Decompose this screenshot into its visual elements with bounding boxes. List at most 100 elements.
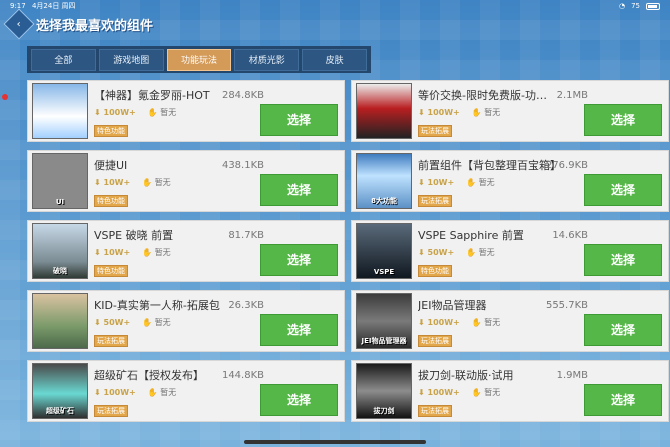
download-arrow-icon: ⬇ xyxy=(94,248,101,257)
tab-game-maps[interactable]: 游戏地图 xyxy=(98,48,164,71)
tab-all[interactable]: 全部 xyxy=(31,48,96,71)
back-arrow-icon: ‹ xyxy=(17,18,21,30)
rating-value: 暂无 xyxy=(160,388,177,397)
select-button[interactable]: 选择 xyxy=(260,384,338,416)
download-count-value: 50W+ xyxy=(103,318,131,327)
thumbnail-label: UI xyxy=(55,198,65,206)
addon-card[interactable]: VSPE VSPE Sapphire 前置 ⬇ 50W+ ✋ 暂无 特色功能 1… xyxy=(351,220,669,282)
thumbnail-label: 超级矿石 xyxy=(46,407,74,415)
addon-card[interactable]: JEI物品管理器 JEI物品管理器 ⬇ 100W+ ✋ 暂无 玩法拓展 555.… xyxy=(351,290,669,352)
addon-name: 拔刀剑-联动版·试用 xyxy=(418,369,514,382)
thumbs-up-icon: ✋ xyxy=(142,248,153,257)
file-size: 81.7KB xyxy=(228,230,264,241)
addon-thumbnail: 拔刀剑 xyxy=(356,363,412,419)
addon-card[interactable]: 等价交换-限时免费版-功… ⬇ 100W+ ✋ 暂无 玩法拓展 2.1MB 选择 xyxy=(351,80,669,142)
select-button[interactable]: 选择 xyxy=(260,174,338,206)
addon-card[interactable]: 8大功能 前置组件【背包整理百宝箱】 ⬇ 10W+ ✋ 暂无 玩法拓展 276.… xyxy=(351,150,669,212)
category-tag: 玩法拓展 xyxy=(94,335,128,347)
header: ‹ 选择我最喜欢的组件 xyxy=(3,8,308,40)
status-date: 4月24日 周四 xyxy=(31,2,76,10)
download-count: ⬇ 100W+ xyxy=(418,388,460,397)
download-count: ⬇ 100W+ xyxy=(418,108,460,117)
addon-thumbnail xyxy=(32,293,88,349)
download-count: ⬇ 10W+ xyxy=(94,248,130,257)
addon-thumbnail: 超级矿石 xyxy=(32,363,88,419)
addon-card[interactable]: KID-真实第一人称-拓展包 ⬇ 50W+ ✋ 暂无 玩法拓展 26.3KB 选… xyxy=(27,290,345,352)
tab-skins[interactable]: 皮肤 xyxy=(302,48,367,71)
addon-card[interactable]: 拔刀剑 拔刀剑-联动版·试用 ⬇ 100W+ ✋ 暂无 玩法拓展 1.9MB 选… xyxy=(351,360,669,422)
notification-dot-icon xyxy=(2,94,8,100)
thumbs-up-icon: ✋ xyxy=(471,388,482,397)
download-arrow-icon: ⬇ xyxy=(418,388,425,397)
rating-value: 暂无 xyxy=(484,108,501,117)
rating: ✋ 暂无 xyxy=(472,387,501,398)
file-size: 2.1MB xyxy=(556,90,588,101)
wifi-icon: ◔ xyxy=(618,2,626,10)
file-size: 14.6KB xyxy=(552,230,588,241)
download-count-value: 100W+ xyxy=(103,108,136,117)
download-count-value: 100W+ xyxy=(103,388,136,397)
download-arrow-icon: ⬇ xyxy=(418,248,425,257)
rating: ✋ 暂无 xyxy=(148,387,177,398)
thumbs-up-icon: ✋ xyxy=(147,388,158,397)
select-button[interactable]: 选择 xyxy=(260,104,338,136)
select-button[interactable]: 选择 xyxy=(584,174,662,206)
select-button[interactable]: 选择 xyxy=(260,314,338,346)
thumbnail-label: VSPE xyxy=(373,268,395,276)
download-count: ⬇ 100W+ xyxy=(418,318,460,327)
download-arrow-icon: ⬇ xyxy=(418,318,425,327)
select-button[interactable]: 选择 xyxy=(584,104,662,136)
addon-card[interactable]: 【神器】氪金罗丽-HOT ⬇ 100W+ ✋ 暂无 特色功能 284.8KB 选… xyxy=(27,80,345,142)
addon-thumbnail: JEI物品管理器 xyxy=(356,293,412,349)
category-tag: 特色功能 xyxy=(94,125,128,137)
download-arrow-icon: ⬇ xyxy=(94,108,101,117)
thumbnail-label: 破晓 xyxy=(53,267,67,275)
file-size: 438.1KB xyxy=(221,160,264,171)
category-tag: 玩法拓展 xyxy=(94,405,128,417)
back-button[interactable]: ‹ xyxy=(3,8,35,40)
category-tag: 玩法拓展 xyxy=(418,405,452,417)
thumbs-up-icon: ✋ xyxy=(466,178,477,187)
select-button[interactable]: 选择 xyxy=(260,244,338,276)
thumbnail-label: JEI物品管理器 xyxy=(361,337,407,345)
download-count-value: 100W+ xyxy=(427,108,460,117)
download-arrow-icon: ⬇ xyxy=(94,318,101,327)
rating-value: 暂无 xyxy=(484,318,501,327)
download-arrow-icon: ⬇ xyxy=(418,178,425,187)
rating-value: 暂无 xyxy=(478,248,495,257)
download-arrow-icon: ⬇ xyxy=(94,178,101,187)
status-right: ◔ 75 xyxy=(619,0,660,12)
rating: ✋ 暂无 xyxy=(142,177,171,188)
file-size: 26.3KB xyxy=(228,300,264,311)
download-count-value: 50W+ xyxy=(427,248,455,257)
download-count-value: 100W+ xyxy=(427,318,460,327)
select-button[interactable]: 选择 xyxy=(584,314,662,346)
category-tabs: 全部 游戏地图 功能玩法 材质光影 皮肤 xyxy=(27,46,371,73)
rating: ✋ 暂无 xyxy=(148,107,177,118)
download-count: ⬇ 50W+ xyxy=(418,248,454,257)
thumbs-up-icon: ✋ xyxy=(142,178,153,187)
thumbnail-label: 拔刀剑 xyxy=(373,407,395,415)
addon-name: VSPE 破晓 前置 xyxy=(94,229,174,242)
thumbnail-label: 8大功能 xyxy=(371,197,397,205)
rating-value: 暂无 xyxy=(484,388,501,397)
category-tag: 玩法拓展 xyxy=(418,335,452,347)
addon-card[interactable]: 超级矿石 超级矿石【授权发布】 ⬇ 100W+ ✋ 暂无 玩法拓展 144.8K… xyxy=(27,360,345,422)
addon-thumbnail xyxy=(32,83,88,139)
rating: ✋ 暂无 xyxy=(466,247,495,258)
thumbs-up-icon: ✋ xyxy=(471,318,482,327)
rating: ✋ 暂无 xyxy=(142,247,171,258)
select-button[interactable]: 选择 xyxy=(584,384,662,416)
home-indicator xyxy=(244,440,426,444)
tab-functional-gameplay[interactable]: 功能玩法 xyxy=(166,48,232,71)
select-button[interactable]: 选择 xyxy=(584,244,662,276)
rating-value: 暂无 xyxy=(154,248,171,257)
addon-card[interactable]: 破晓 VSPE 破晓 前置 ⬇ 10W+ ✋ 暂无 特色功能 81.7KB 选择 xyxy=(27,220,345,282)
addon-thumbnail: 破晓 xyxy=(32,223,88,279)
thumbs-up-icon: ✋ xyxy=(147,108,158,117)
file-size: 284.8KB xyxy=(221,90,264,101)
tab-textures-shaders[interactable]: 材质光影 xyxy=(234,48,300,71)
addon-card[interactable]: UI 便捷UI ⬇ 10W+ ✋ 暂无 特色功能 438.1KB 选择 xyxy=(27,150,345,212)
file-size: 276.9KB xyxy=(545,160,588,171)
addon-grid: 【神器】氪金罗丽-HOT ⬇ 100W+ ✋ 暂无 特色功能 284.8KB 选… xyxy=(27,80,669,422)
